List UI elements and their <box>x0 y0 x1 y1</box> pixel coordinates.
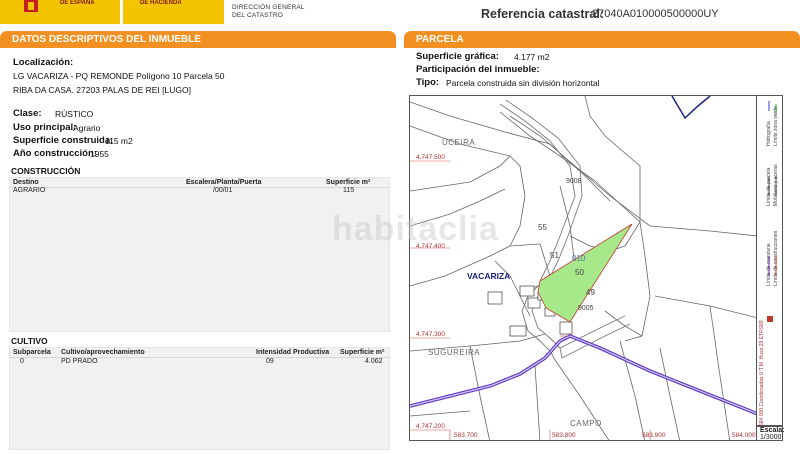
cell-superficie: 115 <box>343 187 355 194</box>
parcel-9005: 9005 <box>578 305 594 312</box>
logo-text-right: DE HACIENDA <box>140 0 182 6</box>
localizacion-label: Localización: <box>13 57 74 68</box>
localizacion-line1: LG VACARIZA - PQ REMONDE Polígono 10 Par… <box>13 71 225 81</box>
col-intensidad: Intensidad Productiva <box>256 349 330 356</box>
col-sup-cultivo: Superficie m² <box>340 349 385 356</box>
col-subparcela: Subparcela <box>13 349 51 356</box>
logo-text-left: DE ESPAÑA <box>60 0 95 6</box>
cell-sup-cultivo: 4.062 <box>365 358 383 365</box>
parcel-010: 010 <box>572 254 586 263</box>
coord-x-2: 583.800 <box>552 432 576 439</box>
logo-divider <box>120 0 123 24</box>
sup-grafica-value: 4.177 m2 <box>514 52 550 62</box>
col-cultivo: Cultivo/aprovechamiento <box>61 349 145 356</box>
cell-destino: AGRARIO <box>13 187 46 194</box>
table-divider <box>9 187 390 188</box>
section-bar-parcela: PARCELA <box>404 31 800 48</box>
scale-value: 1/3000 <box>760 434 782 441</box>
tipo-value: Parcela construida sin división horizont… <box>446 78 600 88</box>
coord-x-1: 583.700 <box>454 432 478 439</box>
anio-value: 1955 <box>90 149 109 159</box>
coord-x-3: 583.900 <box>642 432 666 439</box>
coord-y-4: 4.747.200 <box>416 423 445 430</box>
localizacion-line2: RIBA DA CASA. 27203 PALAS DE REI [LUGO] <box>13 85 191 95</box>
ref-value: 27040A010000500000UY <box>592 8 719 20</box>
header: DE ESPAÑA DE HACIENDA DIRECCIÓN GENERAL … <box>0 0 800 28</box>
dg-line1: DIRECCIÓN GENERAL <box>232 4 305 11</box>
uso-value: Agrario <box>73 123 101 133</box>
superficie-value: 115 m2 <box>105 136 133 146</box>
section-bar-inmueble: DATOS DESCRIPTIVOS DEL INMUEBLE <box>0 31 396 48</box>
habitaclia-watermark: habitaclia <box>332 210 499 248</box>
parcel-9008: 9008 <box>566 178 582 185</box>
participacion-label: Participación del inmueble: <box>416 64 540 75</box>
dg-line2: DEL CATASTRO <box>232 11 284 19</box>
superficie-label: Superficie construida: <box>13 135 114 146</box>
coord-x-4: 584.000 <box>732 432 756 439</box>
sup-grafica-label: Superficie gráfica: <box>416 51 499 62</box>
parcel-49: 49 <box>586 288 595 297</box>
col-superficie: Superficie m² <box>326 179 371 186</box>
clase-label: Clase: <box>13 108 42 119</box>
uso-label: Uso principal: <box>13 122 77 133</box>
parcel-55: 55 <box>538 223 547 232</box>
cell-escalera: /00/01 <box>213 187 233 194</box>
ref-label: Referencia catastral: <box>481 7 604 21</box>
cell-subparcela: 0 <box>20 358 24 365</box>
coord-y-3: 4.747.300 <box>416 331 445 338</box>
parcel-51: 51 <box>550 251 559 260</box>
map-label-sugureira: SUGUREIRA <box>428 348 481 357</box>
map-label-uceira: UCEIRA <box>442 138 476 147</box>
map-label-campo: CAMPO <box>570 419 602 428</box>
map-legend: 584.000 Coordenadas U.T.M. Huso 29 ETRS8… <box>757 95 783 426</box>
cell-cultivo: PD PRADO <box>61 358 98 365</box>
cultivo-title: CULTIVO <box>11 336 48 346</box>
clase-value: RÚSTICO <box>55 109 94 119</box>
legend-swatches <box>767 101 777 322</box>
scale-box: Escala: 1/3000 <box>757 426 785 441</box>
col-destino: Destino <box>13 179 39 186</box>
coord-y-1: 4.747.500 <box>416 154 445 161</box>
cadastral-map[interactable]: UCEIRA VACARIZA SUGUREIRA CAMPO 55 51 50… <box>409 95 757 441</box>
gov-logo: DE ESPAÑA DE HACIENDA <box>0 0 224 24</box>
coat-of-arms-icon <box>24 0 38 12</box>
dg-catastro-text: DIRECCIÓN GENERAL DEL CATASTRO <box>232 4 305 19</box>
anio-label: Año construcción: <box>13 148 97 159</box>
construccion-title: CONSTRUCCIÓN <box>11 166 81 176</box>
map-label-vacariza: VACARIZA <box>467 271 511 281</box>
cell-intensidad: 09 <box>266 358 274 365</box>
construccion-table <box>9 177 390 332</box>
parcel-50: 50 <box>575 268 584 277</box>
col-escalera: Escalera/Planta/Puerta <box>186 179 262 186</box>
tipo-label: Tipo: <box>416 77 440 88</box>
scale-label: Escala: <box>760 427 785 434</box>
